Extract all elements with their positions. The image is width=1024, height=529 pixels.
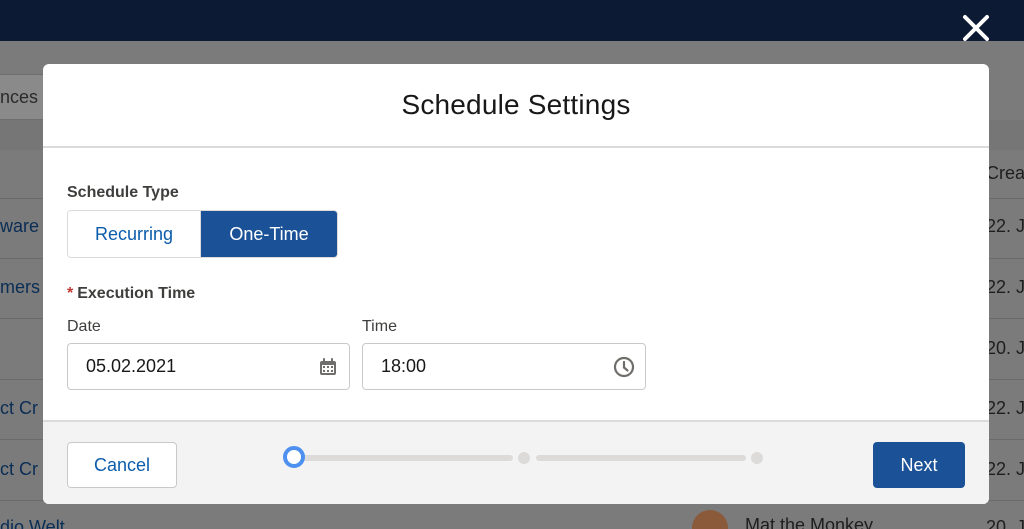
progress-track-segment (294, 455, 513, 461)
background-row-user: Mat the Monkey (745, 515, 874, 529)
background-column-header: Crea (986, 163, 1024, 183)
progress-step-3[interactable] (751, 452, 763, 464)
progress-step-2[interactable] (518, 452, 530, 464)
execution-time-text: Execution Time (77, 285, 196, 302)
background-row-link: ct Cr (0, 398, 38, 418)
progress-step-1-current[interactable] (283, 446, 305, 468)
schedule-type-label: Schedule Type (67, 184, 179, 201)
one-time-option-button[interactable]: One-Time (201, 211, 337, 257)
background-row-link: ct Cr (0, 459, 38, 479)
background-row-date: 22. J (986, 459, 1024, 479)
background-row-link: mers (0, 277, 40, 297)
calendar-icon[interactable] (317, 356, 339, 378)
modal-title: Schedule Settings (401, 89, 631, 120)
background-row-date: 22. J (986, 398, 1024, 418)
top-navigation-bar (0, 0, 1024, 41)
schedule-type-toggle: Recurring One-Time (67, 210, 338, 258)
progress-track-segment (536, 455, 746, 461)
modal-header: Schedule Settings (43, 64, 989, 148)
background-row-link: ware (0, 216, 40, 236)
background-row-date: 20. J (986, 338, 1024, 358)
cancel-button[interactable]: Cancel (67, 442, 177, 488)
modal-footer: Cancel Next (43, 420, 989, 504)
background-tab-label: nces (0, 87, 39, 107)
execution-time-label: * Execution Time (67, 285, 195, 303)
clock-icon[interactable] (613, 356, 635, 378)
background-row-date: 22. J (986, 277, 1024, 297)
background-row-date: 20. J (986, 517, 1024, 529)
next-button[interactable]: Next (873, 442, 965, 488)
date-field[interactable]: 05.02.2021 (67, 343, 350, 390)
background-row-date: 22. J (986, 216, 1024, 236)
time-value: 18:00 (381, 356, 427, 376)
date-label: Date (67, 318, 101, 335)
time-field[interactable]: 18:00 (362, 343, 646, 390)
background-row-link: dio Welt (0, 517, 65, 529)
time-label: Time (362, 318, 397, 335)
schedule-settings-modal: Schedule Settings Schedule Type Recurrin… (43, 64, 989, 504)
date-value: 05.02.2021 (86, 356, 177, 376)
required-marker: * (67, 285, 74, 302)
recurring-option-button[interactable]: Recurring (68, 211, 202, 257)
close-icon[interactable] (958, 10, 994, 46)
